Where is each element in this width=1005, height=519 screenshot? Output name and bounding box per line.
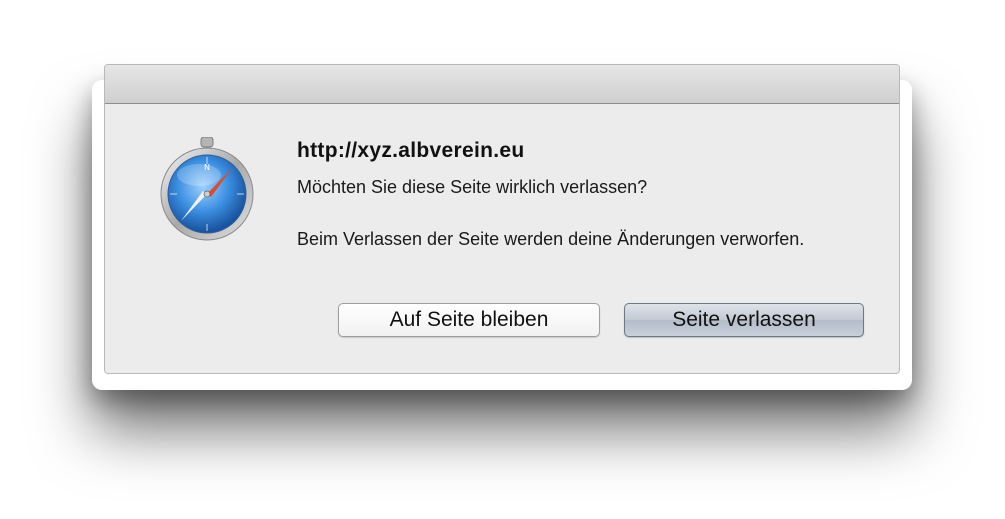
dialog-info-text: Beim Verlassen der Seite werden deine Än… <box>297 229 805 249</box>
dialog-question: Möchten Sie diese Seite wirklich verlass… <box>297 177 648 197</box>
screen: N http://xyz.albverein.eu Möchten Sie di… <box>0 0 1005 519</box>
site-url: http://xyz.albverein.eu <box>297 139 525 162</box>
leave-page-button[interactable]: Seite verlassen <box>624 303 864 337</box>
leave-page-dialog: N http://xyz.albverein.eu Möchten Sie di… <box>104 64 900 374</box>
stay-on-page-button[interactable]: Auf Seite bleiben <box>338 303 600 337</box>
dialog-content: http://xyz.albverein.eu Möchten Sie dies… <box>297 139 857 252</box>
dialog-titlebar <box>105 65 899 104</box>
safari-compass-icon: N <box>160 137 254 241</box>
